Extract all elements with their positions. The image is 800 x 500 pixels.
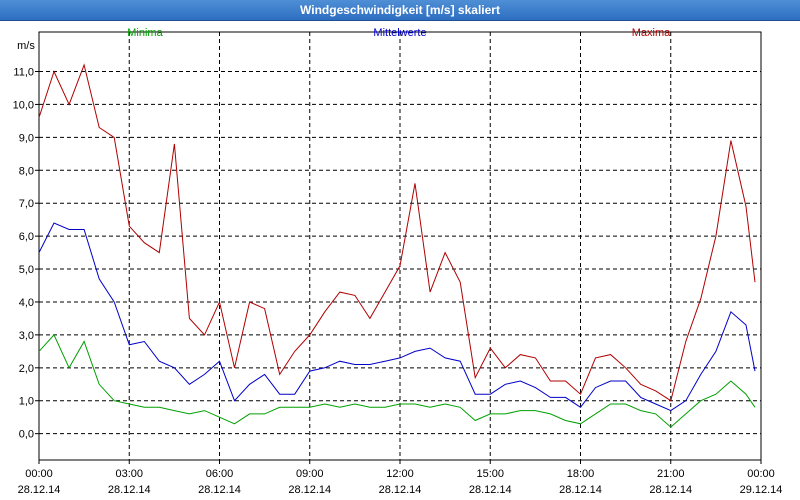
x-axis-ticks: 00:00 28.12.14 03:00 28.12.14 06:00 28.12.14 0…	[18, 460, 783, 496]
x-tick-time: 18:00	[567, 468, 595, 480]
y-tick-label: 5,0	[19, 264, 34, 276]
y-axis-ticks: 0,0 1,0 2,0 3,0 4,0 5,0 6,0 7,0 8,0 9,0 10,0 11,0	[13, 67, 39, 441]
y-tick-label: 3,0	[19, 330, 34, 342]
x-tick-time: 00:00	[747, 468, 775, 480]
grid	[39, 32, 761, 460]
wind-speed-chart: 0,0 1,0 2,0 3,0 4,0 5,0 6,0 7,0 8,0 9,0 10,0 11,0 0…	[13, 27, 783, 496]
y-tick-label: 1,0	[19, 396, 34, 408]
x-tick-time: 09:00	[296, 468, 324, 480]
chart-title: Windgeschwindigkeit [m/s] skaliert	[300, 3, 500, 17]
x-tick-time: 00:00	[25, 468, 53, 480]
y-tick-label: 2,0	[19, 363, 34, 375]
series-line-minima	[38, 334, 756, 428]
legend: Minima Mittelwerte Maxima	[127, 27, 671, 39]
y-tick-label: 11,0	[13, 67, 34, 79]
series-lines	[38, 63, 756, 428]
x-tick-time: 06:00	[206, 468, 234, 480]
y-tick-label: 8,0	[19, 165, 34, 177]
y-tick-label: 7,0	[19, 198, 34, 210]
x-tick-time: 15:00	[476, 468, 504, 480]
y-tick-label: 6,0	[19, 231, 34, 243]
legend-maxima: Maxima	[632, 27, 671, 39]
y-tick-label: 9,0	[19, 132, 34, 144]
x-tick-date: 28.12.14	[198, 484, 241, 496]
x-tick-date: 28.12.14	[379, 484, 422, 496]
y-tick-label: 10,0	[13, 99, 34, 111]
legend-mittelwerte: Mittelwerte	[373, 27, 426, 39]
x-tick-date: 28.12.14	[469, 484, 512, 496]
x-tick-date: 28.12.14	[18, 484, 61, 496]
y-tick-label: 0,0	[19, 429, 34, 441]
x-tick-date: 28.12.14	[288, 484, 331, 496]
x-tick-date: 29.12.14	[740, 484, 783, 496]
series-line-maxima	[38, 63, 756, 402]
x-tick-date: 28.12.14	[108, 484, 151, 496]
legend-minima: Minima	[127, 27, 163, 39]
series-line-mittelwerte	[38, 222, 756, 412]
y-axis-label: m/s	[17, 40, 35, 52]
x-tick-date: 28.12.14	[649, 484, 692, 496]
y-tick-label: 4,0	[19, 297, 34, 309]
x-tick-time: 12:00	[386, 468, 414, 480]
chart-title-bar: Windgeschwindigkeit [m/s] skaliert	[0, 0, 800, 21]
x-tick-time: 03:00	[115, 468, 143, 480]
x-tick-date: 28.12.14	[559, 484, 602, 496]
x-tick-time: 21:00	[657, 468, 685, 480]
